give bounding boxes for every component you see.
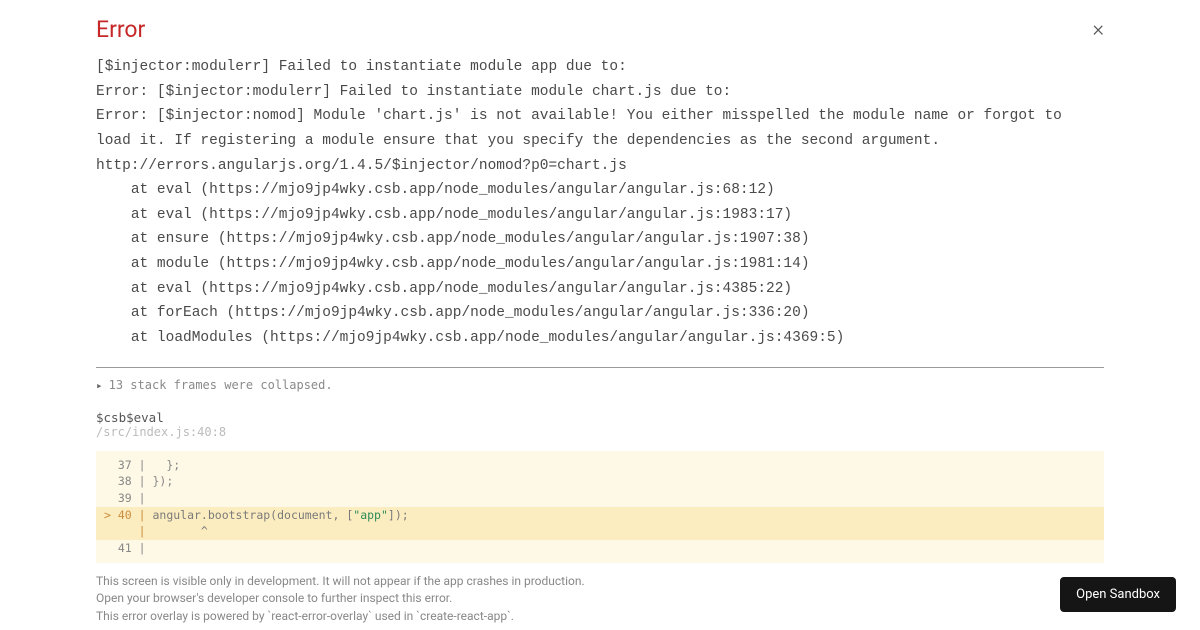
- close-icon[interactable]: ×: [1092, 19, 1104, 41]
- footer-line-1: This screen is visible only in developme…: [96, 573, 1104, 590]
- frame-file-location: /src/index.js:40:8: [96, 425, 1104, 439]
- error-message: [$injector:modulerr] Failed to instantia…: [96, 55, 1104, 361]
- frame-function-name: $csb$eval: [96, 410, 1104, 425]
- error-title: Error: [96, 16, 145, 43]
- footer-line-2: Open your browser's developer console to…: [96, 590, 1104, 607]
- open-sandbox-button[interactable]: Open Sandbox: [1060, 577, 1176, 612]
- collapsed-frames-toggle[interactable]: 13 stack frames were collapsed.: [96, 378, 1104, 392]
- code-snippet: 37 | }; 38 | }); 39 |> 40 | angular.boot…: [96, 451, 1104, 563]
- footer-line-3: This error overlay is powered by `react-…: [96, 608, 1104, 625]
- divider: [96, 367, 1104, 368]
- footer-note: This screen is visible only in developme…: [96, 573, 1104, 625]
